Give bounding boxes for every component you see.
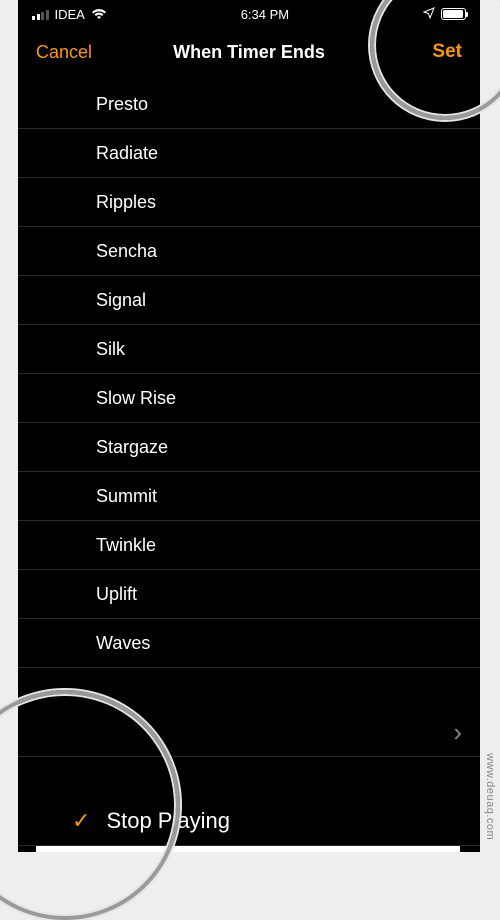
section-separator [18,668,480,708]
status-right [423,7,466,22]
carrier-label: IDEA [55,7,85,22]
list-item[interactable]: Waves [18,619,480,668]
set-button[interactable]: Set [432,41,462,63]
list-item[interactable]: Ripples [18,178,480,227]
status-time: 6:34 PM [241,7,289,22]
list-item[interactable]: Uplift [18,570,480,619]
sound-label: Silk [96,339,125,360]
list-item-disclosure[interactable] [18,708,480,757]
signal-icon [32,9,49,20]
list-item[interactable]: Silk [18,325,480,374]
list-item[interactable]: Sencha [18,227,480,276]
sound-label: Slow Rise [96,388,176,409]
sound-label: Summit [96,486,157,507]
sound-label: Twinkle [96,535,156,556]
phone-screen: IDEA 6:34 PM Cancel When Timer Ends Set … [18,0,480,852]
status-bar: IDEA 6:34 PM [18,0,480,24]
sound-label: Uplift [96,584,137,605]
status-left: IDEA [32,7,107,22]
bottom-edge [36,846,460,852]
sound-label: Radiate [96,143,158,164]
list-item[interactable]: Twinkle [18,521,480,570]
section-separator [18,757,480,797]
list-item[interactable]: Slow Rise [18,374,480,423]
sound-label: Stargaze [96,437,168,458]
battery-icon [441,8,466,20]
list-item[interactable]: Radiate [18,129,480,178]
stop-playing-label: Stop Playing [106,808,230,834]
list-item-stop-playing[interactable]: ✓ Stop Playing [18,797,480,846]
list-item[interactable]: Stargaze [18,423,480,472]
sound-label: Sencha [96,241,157,262]
sound-list[interactable]: Presto Radiate Ripples Sencha Signal Sil… [18,80,480,846]
cancel-button[interactable]: Cancel [36,42,92,63]
list-item[interactable]: Summit [18,472,480,521]
list-item[interactable]: Presto [18,80,480,129]
checkmark-icon: ✓ [72,808,90,834]
sound-label: Ripples [96,192,156,213]
location-icon [423,7,435,22]
watermark: www.deuaq.com [484,753,496,840]
nav-bar: Cancel When Timer Ends Set [18,24,480,80]
sound-label: Presto [96,94,148,115]
wifi-icon [91,8,107,20]
sound-label: Waves [96,633,150,654]
list-item[interactable]: Signal [18,276,480,325]
sound-label: Signal [96,290,146,311]
